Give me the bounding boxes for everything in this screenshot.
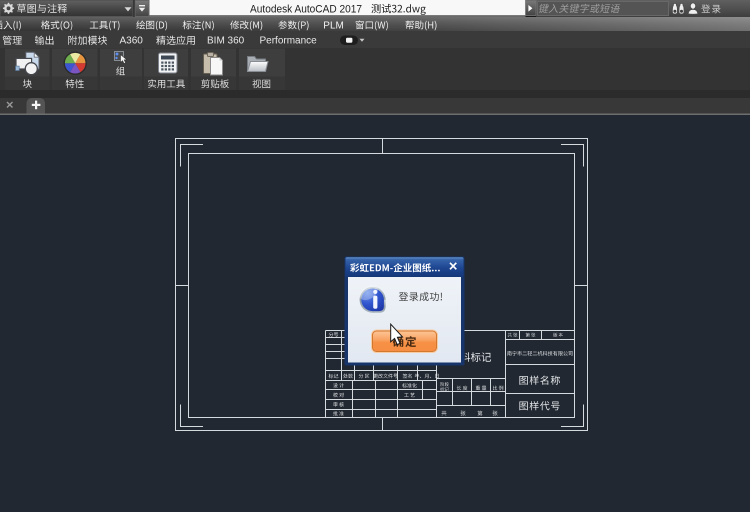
svg-text:Performance: Performance (260, 36, 318, 47)
svg-text:BIM 360: BIM 360 (207, 36, 245, 47)
svg-text:A360: A360 (120, 36, 144, 47)
svg-text:PLM: PLM (323, 21, 344, 32)
svg-text:Autodesk AutoCAD 2017: Autodesk AutoCAD 2017 (250, 3, 362, 15)
